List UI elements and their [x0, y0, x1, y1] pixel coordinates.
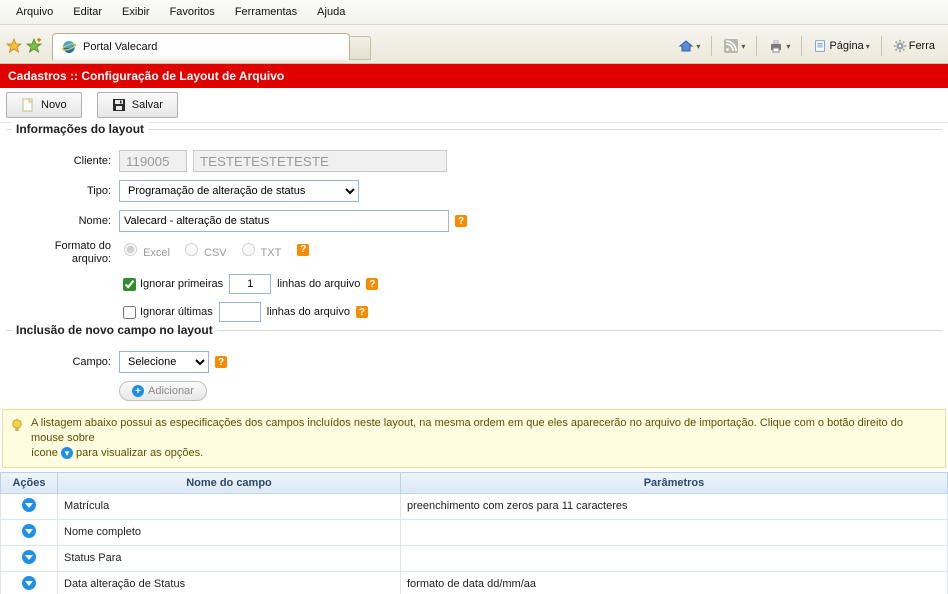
banner-text-before: A listagem abaixo possui as especificaçõ… — [31, 417, 903, 444]
radio-csv-label: CSV — [204, 247, 227, 259]
help-icon[interactable]: ? — [455, 215, 467, 227]
campo-select[interactable]: Selecione — [119, 351, 209, 373]
print-button[interactable]: ▾ — [765, 37, 793, 55]
help-icon[interactable]: ? — [356, 306, 368, 318]
legend-new-field: Inclusão de novo campo no layout — [12, 323, 217, 337]
salvar-label: Salvar — [132, 99, 163, 111]
radio-excel-label: Excel — [143, 247, 170, 259]
cell-parametros — [401, 545, 948, 571]
ignorar-ultimas-checkbox[interactable] — [123, 306, 136, 319]
radio-excel[interactable]: Excel — [119, 240, 170, 259]
legend-layout-info: Informações do layout — [12, 122, 148, 136]
new-file-icon — [21, 98, 35, 112]
label-formato: Formato do arquivo: — [16, 240, 119, 266]
ie-icon — [61, 39, 77, 55]
page-menu-label: Página — [829, 40, 863, 52]
table-row: Data alteração de Status formato de data… — [1, 571, 948, 594]
cell-nome: Data alteração de Status — [58, 571, 401, 594]
radio-txt-label: TXT — [261, 247, 282, 259]
linhas-label-2: linhas do arquivo — [267, 306, 350, 318]
tools-menu-label: Ferra — [909, 40, 935, 52]
ignorar-primeiras-checkbox[interactable] — [123, 278, 136, 291]
label-campo: Campo: — [16, 356, 119, 368]
menu-exibir[interactable]: Exibir — [112, 4, 160, 20]
menu-ajuda[interactable]: Ajuda — [307, 4, 355, 20]
table-row: Status Para — [1, 545, 948, 571]
help-icon[interactable]: ? — [215, 356, 227, 368]
add-favorite-icon[interactable] — [26, 38, 42, 54]
chevron-down-icon: ▾ — [741, 42, 745, 51]
menu-ferramentas[interactable]: Ferramentas — [225, 4, 307, 20]
menu-favoritos[interactable]: Favoritos — [160, 4, 225, 20]
row-action-icon[interactable] — [22, 524, 36, 538]
novo-label: Novo — [41, 99, 67, 111]
row-action-icon[interactable] — [22, 550, 36, 564]
help-icon[interactable]: ? — [297, 244, 309, 256]
tipo-select[interactable]: Programação de alteração de status — [119, 180, 359, 202]
adicionar-button[interactable]: + Adicionar — [119, 381, 207, 401]
novo-button[interactable]: Novo — [6, 92, 82, 118]
fieldset-new-field: Inclusão de novo campo no layout Campo: … — [6, 330, 942, 401]
table-row: Nome completo — [1, 519, 948, 545]
help-icon[interactable]: ? — [366, 278, 378, 290]
salvar-button[interactable]: Salvar — [97, 92, 178, 118]
label-nome: Nome: — [16, 215, 119, 227]
actions-row: Novo Salvar — [0, 88, 948, 123]
page-menu-button[interactable]: Página ▾ — [810, 38, 872, 54]
cell-parametros: preenchimento com zeros para 11 caracter… — [401, 493, 948, 519]
cell-nome: Matrícula — [58, 493, 401, 519]
page-title: Cadastros :: Configuração de Layout de A… — [0, 64, 948, 88]
radio-txt[interactable]: TXT — [237, 240, 282, 259]
home-button[interactable]: ▾ — [675, 37, 703, 55]
favorite-star-icon[interactable] — [6, 38, 22, 54]
browser-tab[interactable]: Portal Valecard — [52, 33, 350, 60]
save-icon — [112, 98, 126, 112]
menu-editar[interactable]: Editar — [63, 4, 112, 20]
lightbulb-icon — [9, 418, 25, 434]
feeds-button[interactable]: ▾ — [720, 37, 748, 55]
plus-icon: + — [132, 385, 144, 397]
adicionar-label: Adicionar — [148, 385, 194, 397]
tools-menu-button[interactable]: Ferra — [890, 38, 938, 54]
row-action-icon[interactable] — [22, 498, 36, 512]
menu-arquivo[interactable]: Arquivo — [6, 4, 63, 20]
ignorar-ultimas-input[interactable] — [219, 302, 261, 322]
formato-radio-group: Excel CSV TXT ? — [119, 240, 309, 259]
new-tab-button[interactable] — [350, 36, 371, 60]
options-icon: ▾ — [61, 447, 73, 459]
chevron-down-icon: ▾ — [786, 42, 790, 51]
cell-nome: Nome completo — [58, 519, 401, 545]
tab-title: Portal Valecard — [83, 41, 157, 53]
th-acoes[interactable]: Ações — [1, 472, 58, 493]
ignorar-primeiras-label: Ignorar primeiras — [140, 278, 223, 290]
cliente-name-input — [193, 150, 447, 172]
ignorar-ultimas-label: Ignorar últimas — [140, 306, 213, 318]
radio-csv[interactable]: CSV — [180, 240, 227, 259]
info-banner: A listagem abaixo possui as especificaçõ… — [2, 409, 946, 468]
label-tipo: Tipo: — [16, 185, 119, 197]
chevron-down-icon: ▾ — [866, 42, 870, 51]
browser-toolbar: Portal Valecard ▾ ▾ ▾ Página ▾ Ferra — [0, 25, 948, 64]
table-row: Matrícula preenchimento com zeros para 1… — [1, 493, 948, 519]
fields-table: Ações Nome do campo Parâmetros Matrícula… — [0, 472, 948, 594]
row-action-icon[interactable] — [22, 576, 36, 590]
label-cliente: Cliente: — [16, 155, 119, 167]
th-parametros[interactable]: Parâmetros — [401, 472, 948, 493]
banner-text-mid-a: ícone — [31, 447, 61, 459]
cell-nome: Status Para — [58, 545, 401, 571]
linhas-label-1: linhas do arquivo — [277, 278, 360, 290]
cell-parametros — [401, 519, 948, 545]
banner-text-mid-b: para visualizar as opções. — [76, 447, 203, 459]
toolbar-right: ▾ ▾ ▾ Página ▾ Ferra — [675, 36, 942, 56]
th-nome[interactable]: Nome do campo — [58, 472, 401, 493]
cliente-code-input — [119, 150, 187, 172]
menu-bar: Arquivo Editar Exibir Favoritos Ferramen… — [0, 0, 948, 25]
ignorar-primeiras-input[interactable] — [229, 274, 271, 294]
cell-parametros: formato de data dd/mm/aa — [401, 571, 948, 594]
nome-input[interactable] — [119, 210, 449, 232]
chevron-down-icon: ▾ — [696, 42, 700, 51]
fieldset-layout-info: Informações do layout Cliente: Tipo: Pro… — [6, 129, 942, 322]
